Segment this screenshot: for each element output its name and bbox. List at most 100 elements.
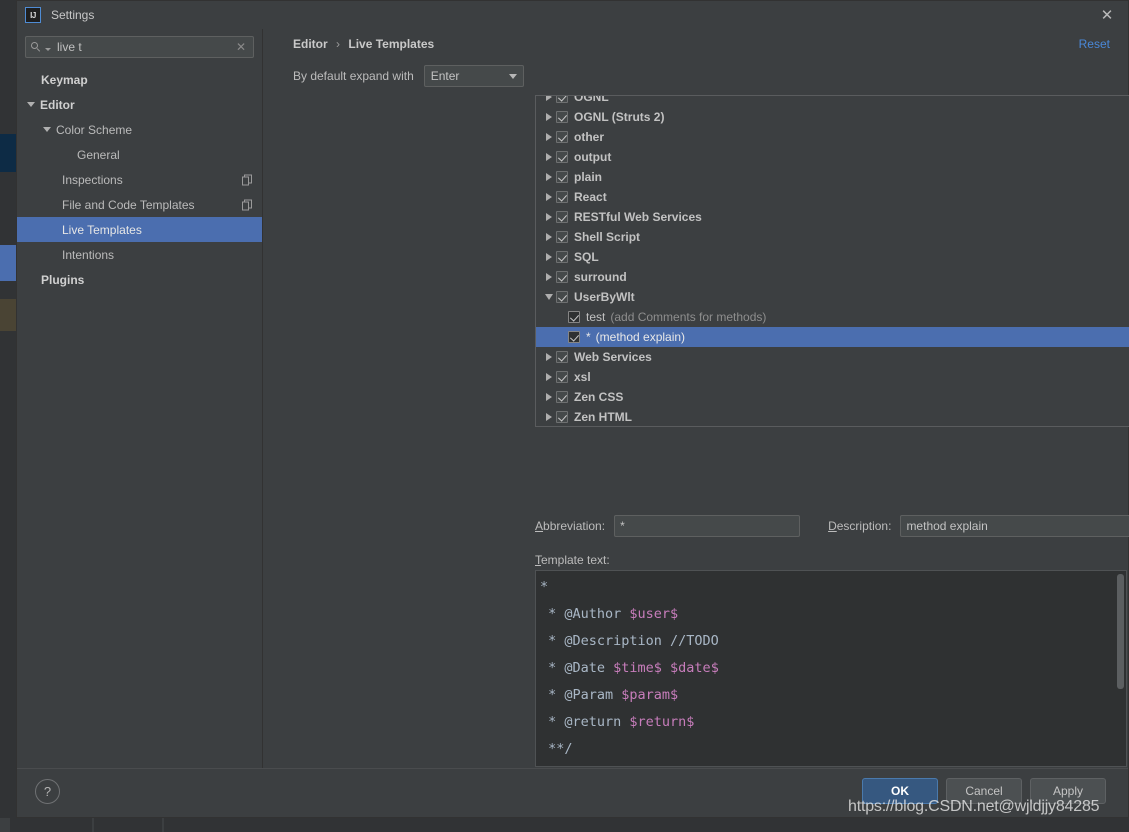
tree-row-checkbox[interactable] <box>556 271 568 283</box>
background-window-strip <box>0 0 16 832</box>
chevron-right-icon[interactable] <box>542 153 556 161</box>
breadcrumb-parent[interactable]: Editor <box>293 37 328 51</box>
sidebar-item-general[interactable]: General <box>17 142 262 167</box>
taskbar-seg-1 <box>0 818 10 832</box>
sidebar-item-file-and-code-templates[interactable]: File and Code Templates <box>17 192 262 217</box>
tree-row-checkbox[interactable] <box>556 251 568 263</box>
tree-row-description: (method explain) <box>595 330 686 344</box>
sidebar-item-intentions[interactable]: Intentions <box>17 242 262 267</box>
chevron-right-icon[interactable] <box>542 193 556 201</box>
chevron-down-icon[interactable] <box>45 47 51 51</box>
chevron-right-icon[interactable] <box>542 113 556 121</box>
template-text-label: Template text: <box>535 553 610 567</box>
tree-row[interactable]: plain <box>536 167 1129 187</box>
sidebar-item-keymap[interactable]: Keymap <box>17 67 262 92</box>
tree-row-checkbox[interactable] <box>568 331 580 343</box>
tree-row-checkbox[interactable] <box>556 191 568 203</box>
tree-row[interactable]: React <box>536 187 1129 207</box>
default-expand-select[interactable]: Enter <box>423 65 524 87</box>
code-line-3: * @Description //TODO <box>540 633 719 649</box>
tree-row-selected[interactable]: * (method explain) <box>536 327 1129 347</box>
reset-link[interactable]: Reset <box>1079 37 1110 51</box>
chevron-right-icon[interactable] <box>542 413 556 421</box>
sidebar-item-plugins[interactable]: Plugins <box>17 267 262 292</box>
chevron-right-icon[interactable] <box>542 393 556 401</box>
tree-row-label: surround <box>574 270 627 284</box>
tree-row[interactable]: RESTful Web Services <box>536 207 1129 227</box>
description-input[interactable]: method explain <box>900 515 1129 537</box>
sidebar-item-inspections[interactable]: Inspections <box>17 167 262 192</box>
abbreviation-input[interactable]: * <box>614 515 801 537</box>
chevron-right-icon[interactable] <box>542 173 556 181</box>
dialog-footer: ? OK Cancel Apply <box>17 768 1128 817</box>
breadcrumb: Editor › Live Templates <box>293 37 434 51</box>
tree-row[interactable]: SQL <box>536 247 1129 267</box>
tree-row[interactable]: test (add Comments for methods) <box>536 307 1129 327</box>
tree-row[interactable]: other <box>536 127 1129 147</box>
cancel-button[interactable]: Cancel <box>946 778 1022 804</box>
apply-button[interactable]: Apply <box>1030 778 1106 804</box>
tree-row[interactable]: UserByWlt <box>536 287 1129 307</box>
tree-row[interactable]: Web Services <box>536 347 1129 367</box>
tree-row-checkbox[interactable] <box>556 291 568 303</box>
tree-row[interactable]: OGNL <box>536 96 1129 107</box>
template-group-tree[interactable]: OGNL OGNL (Struts 2) other output plain … <box>535 95 1129 427</box>
tree-row-checkbox[interactable] <box>556 96 568 103</box>
code-var-date: $time$ $date$ <box>613 660 719 676</box>
template-editor-scrollbar-thumb[interactable] <box>1117 574 1124 689</box>
search-input[interactable]: live t ✕ <box>25 36 254 58</box>
tree-row-label: Zen CSS <box>574 390 624 404</box>
tree-row-checkbox[interactable] <box>556 371 568 383</box>
ok-button[interactable]: OK <box>862 778 938 804</box>
chevron-right-icon[interactable] <box>542 253 556 261</box>
chevron-down-icon[interactable] <box>27 102 35 107</box>
sidebar-item-label: Color Scheme <box>56 122 133 137</box>
search-wrapper: live t ✕ <box>17 29 262 58</box>
tree-row[interactable]: surround <box>536 267 1129 287</box>
tree-row[interactable]: output <box>536 147 1129 167</box>
chevron-right-icon[interactable] <box>542 233 556 241</box>
chevron-right-icon[interactable] <box>542 213 556 221</box>
tree-row[interactable]: xsl <box>536 367 1129 387</box>
tree-row-checkbox[interactable] <box>556 211 568 223</box>
sidebar-item-color-scheme[interactable]: Color Scheme <box>17 117 262 142</box>
tree-row-checkbox[interactable] <box>556 351 568 363</box>
chevron-right-icon[interactable] <box>542 273 556 281</box>
chevron-right-icon[interactable] <box>542 373 556 381</box>
tree-row-checkbox[interactable] <box>556 171 568 183</box>
tree-row-label: React <box>574 190 607 204</box>
chevron-right-icon[interactable] <box>542 133 556 141</box>
help-button[interactable]: ? <box>35 779 60 804</box>
tree-row[interactable]: OGNL (Struts 2) <box>536 107 1129 127</box>
code-line-5: * @Param <box>540 687 622 703</box>
chevron-right-icon[interactable] <box>542 353 556 361</box>
tree-row[interactable]: Zen HTML <box>536 407 1129 426</box>
template-text-editor[interactable]: * * @Author $user$ * @Description //TODO… <box>535 570 1127 767</box>
chevron-down-icon[interactable] <box>43 127 51 132</box>
code-line-4: * @Date <box>540 660 614 676</box>
tree-row-checkbox[interactable] <box>556 111 568 123</box>
tree-row-checkbox[interactable] <box>556 151 568 163</box>
clear-icon[interactable]: ✕ <box>234 40 248 54</box>
breadcrumb-current: Live Templates <box>348 37 435 51</box>
tree-row-label: Zen HTML <box>574 410 632 424</box>
footer-button-group: OK Cancel Apply <box>862 778 1106 804</box>
tree-row-checkbox[interactable] <box>556 131 568 143</box>
sidebar-item-label: Keymap <box>41 72 88 87</box>
sidebar-item-live-templates[interactable]: Live Templates <box>17 217 262 242</box>
tree-row-checkbox[interactable] <box>556 391 568 403</box>
tree-row-label: Shell Script <box>574 230 641 244</box>
sidebar-item-label: Editor <box>40 97 75 112</box>
chevron-right-icon[interactable] <box>542 96 556 101</box>
tree-row-checkbox[interactable] <box>568 311 580 323</box>
chevron-down-icon[interactable] <box>542 294 556 300</box>
tree-row[interactable]: Shell Script <box>536 227 1129 247</box>
tree-row[interactable]: Zen CSS <box>536 387 1129 407</box>
sidebar-item-editor[interactable]: Editor <box>17 92 262 117</box>
tree-row-checkbox[interactable] <box>556 231 568 243</box>
tree-row-checkbox[interactable] <box>556 411 568 423</box>
search-icon <box>31 41 42 53</box>
tree-row-label: output <box>574 150 612 164</box>
abbreviation-value: * <box>620 519 625 533</box>
close-icon[interactable]: ✕ <box>1096 5 1118 25</box>
